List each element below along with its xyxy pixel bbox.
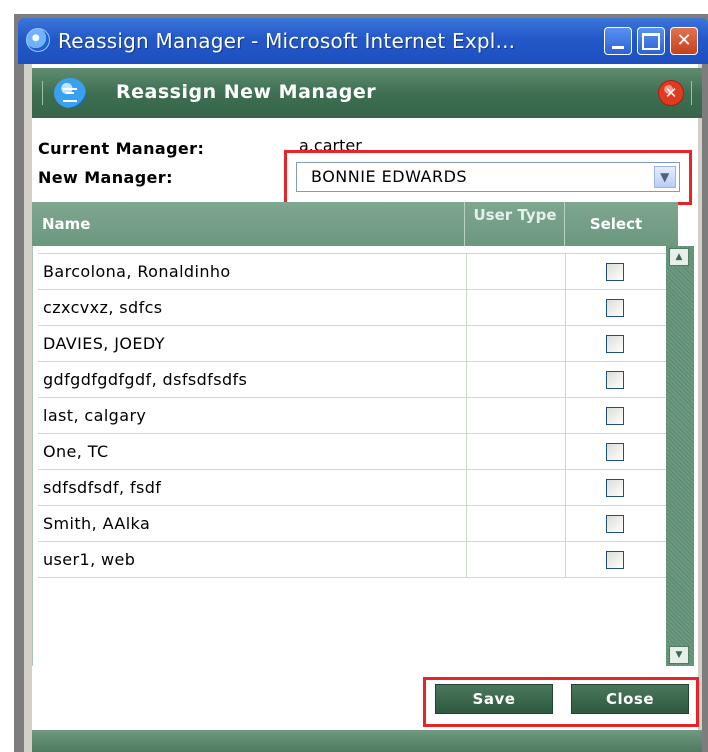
select-checkbox[interactable] [606, 299, 624, 317]
table-row[interactable]: user1, web [38, 541, 667, 578]
cell-name: user1, web [43, 550, 136, 569]
column-header-select[interactable]: Select [566, 215, 666, 233]
ie-icon [26, 28, 50, 52]
select-checkbox[interactable] [606, 479, 624, 497]
table-row[interactable]: Barcolona, Ronaldinho [38, 253, 667, 290]
select-checkbox[interactable] [606, 263, 624, 281]
column-header-name[interactable]: Name [42, 215, 90, 233]
column-divider [464, 202, 465, 246]
maximize-button[interactable] [637, 27, 665, 55]
cell-name: sdfsdfsdf, fsdf [43, 478, 162, 497]
table-row[interactable]: czxcvxz, sdfcs [38, 289, 667, 326]
table-row[interactable]: Smith, AAlka [38, 505, 667, 542]
select-checkbox[interactable] [606, 551, 624, 569]
cell-user-type [466, 434, 566, 470]
table-row[interactable]: gdfgdfgdfgdf, dsfsdfsdfs [38, 361, 667, 398]
minimize-button[interactable] [604, 27, 632, 55]
cell-name: Smith, AAlka [43, 514, 151, 533]
cell-user-type [466, 326, 566, 362]
table-row[interactable]: One, TC [38, 433, 667, 470]
window-close-button[interactable] [670, 27, 698, 55]
column-header-user-type[interactable]: User Type [466, 206, 564, 224]
scroll-down-button[interactable]: ▼ [669, 646, 689, 664]
window-title: Reassign Manager - Microsoft Internet Ex… [58, 29, 516, 53]
cell-user-type [466, 542, 566, 578]
cell-user-type [466, 362, 566, 398]
select-checkbox[interactable] [606, 371, 624, 389]
dialog-title: Reassign New Manager [116, 81, 377, 103]
cell-user-type [466, 470, 566, 506]
cell-name: One, TC [43, 442, 109, 461]
dialog-footer [32, 730, 702, 752]
highlight-box-buttons [423, 677, 699, 727]
cell-name: gdfgdfgdfgdf, dsfsdfsdfs [43, 370, 248, 389]
select-checkbox[interactable] [606, 407, 624, 425]
select-checkbox[interactable] [606, 515, 624, 533]
current-manager-label: Current Manager: [38, 139, 205, 158]
window-titlebar[interactable]: Reassign Manager - Microsoft Internet Ex… [18, 18, 708, 64]
cell-name: last, calgary [43, 406, 147, 425]
close-icon[interactable]: ✕ [658, 80, 684, 106]
grid-body: Barcolona, Ronaldinho czxcvxz, sdfcs DAV… [32, 246, 667, 666]
select-checkbox[interactable] [606, 443, 624, 461]
cell-name: czxcvxz, sdfcs [43, 298, 163, 317]
table-row[interactable]: DAVIES, JOEDY [38, 325, 667, 362]
table-row[interactable]: sdfsdfsdf, fsdf [38, 469, 667, 506]
highlight-box-manager [284, 150, 692, 205]
grid-header: Name User Type Select [32, 202, 678, 246]
chat-bubble-icon [54, 78, 86, 108]
cell-name: Barcolona, Ronaldinho [43, 262, 231, 281]
cell-user-type [466, 254, 566, 290]
cell-user-type [466, 398, 566, 434]
header-divider [691, 81, 692, 105]
column-divider [564, 202, 565, 246]
cell-user-type [466, 290, 566, 326]
select-checkbox[interactable] [606, 335, 624, 353]
new-manager-label: New Manager: [38, 168, 173, 187]
scroll-up-button[interactable]: ▲ [669, 248, 689, 266]
cell-user-type [466, 506, 566, 542]
header-divider [42, 81, 43, 105]
cell-name: DAVIES, JOEDY [43, 334, 165, 353]
dialog-header: Reassign New Manager ✕ [32, 68, 702, 118]
table-row[interactable]: last, calgary [38, 397, 667, 434]
grid-scrollbar[interactable]: ▲ ▼ [666, 246, 694, 666]
